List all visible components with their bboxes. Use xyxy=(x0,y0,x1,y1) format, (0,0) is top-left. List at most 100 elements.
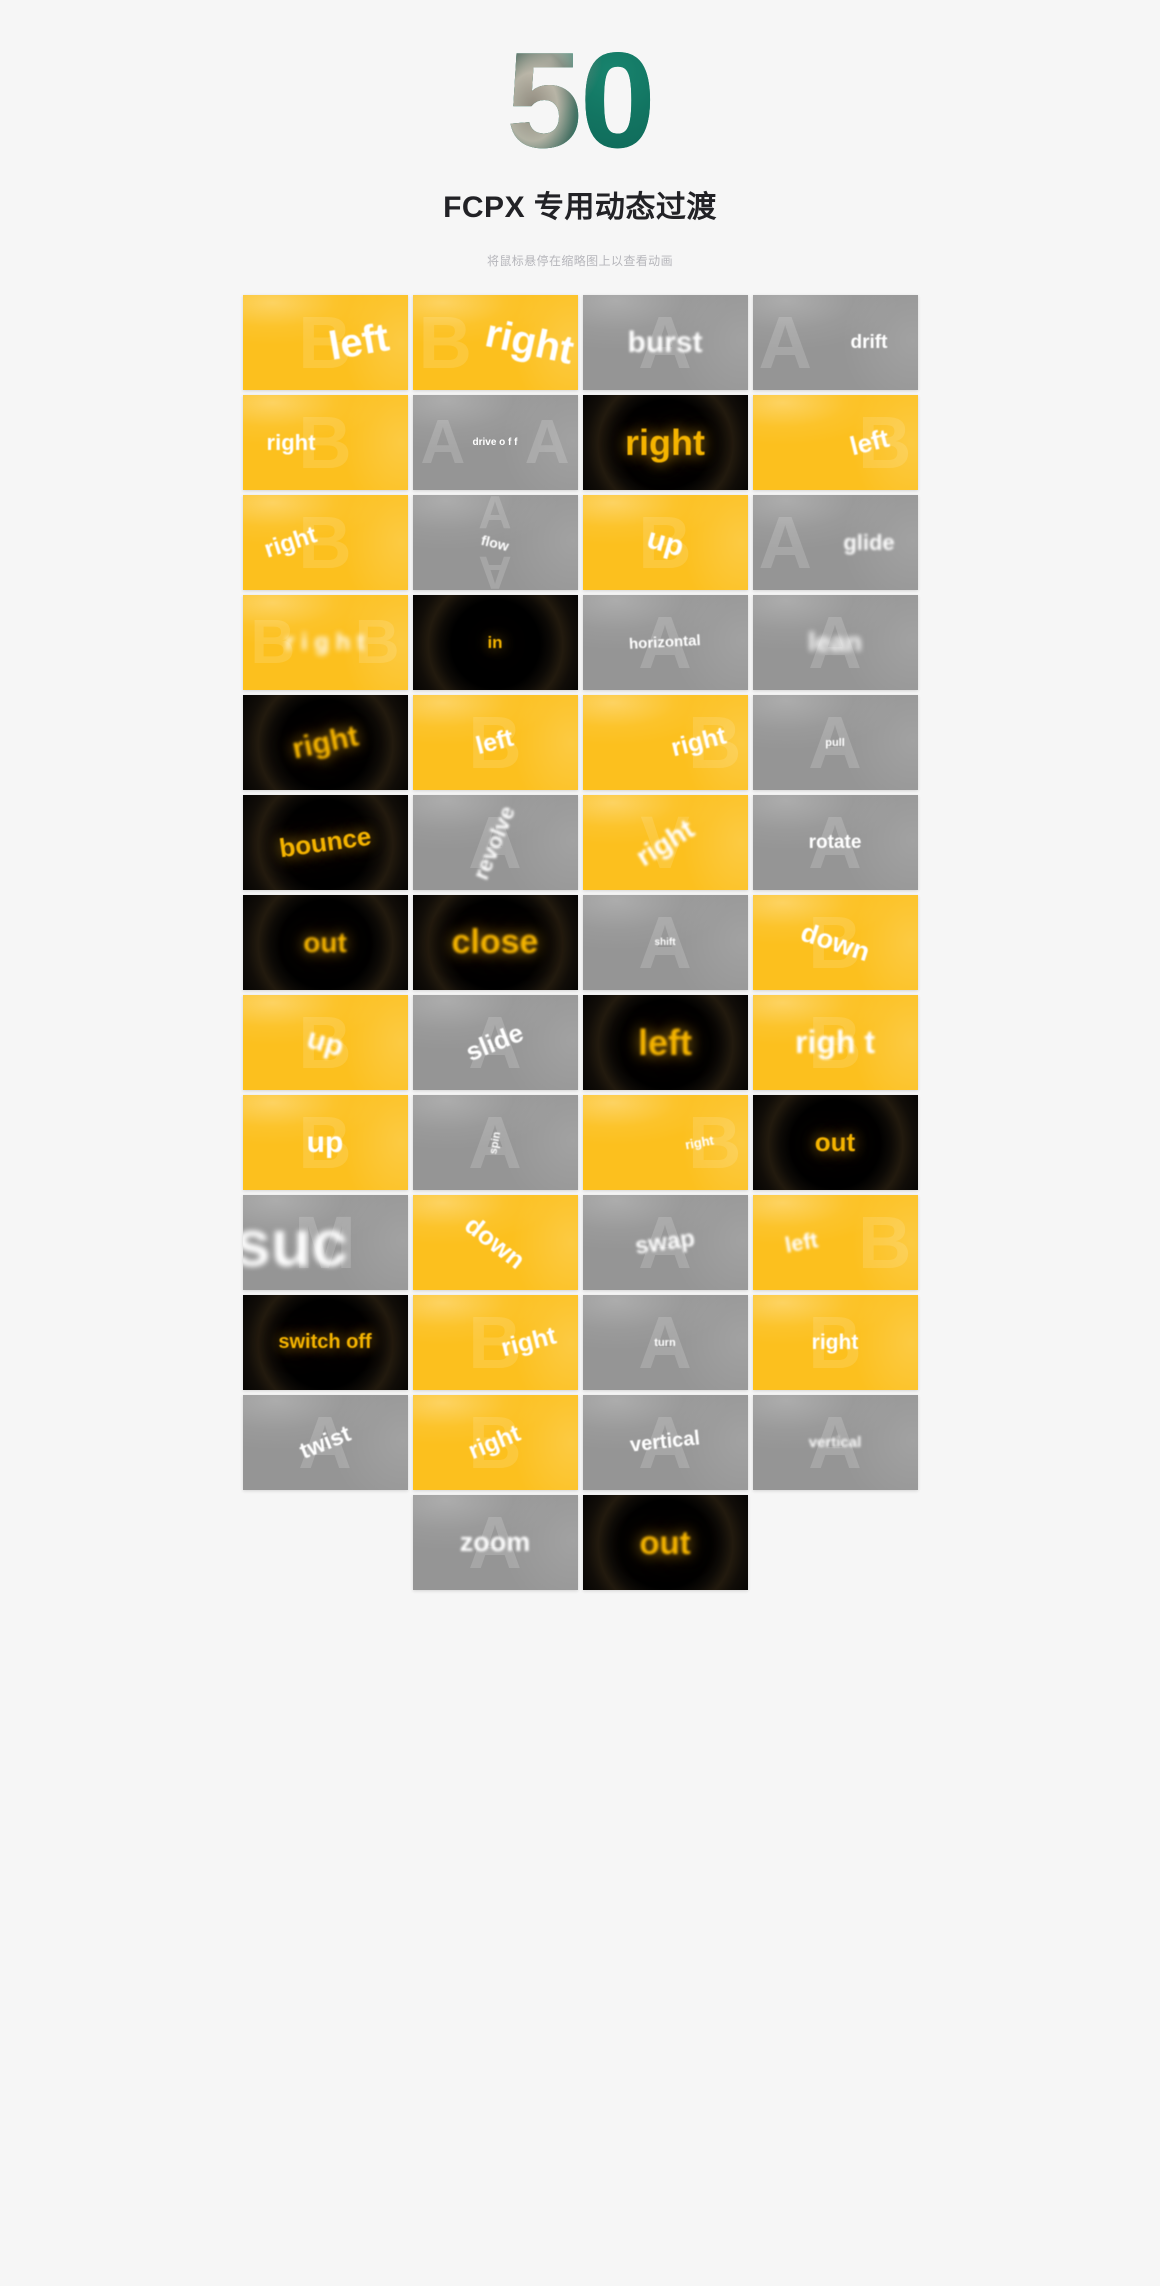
thumbnail-right[interactable]: Bright xyxy=(412,295,578,390)
thumbnail-up[interactable]: Bup xyxy=(242,1095,408,1190)
thumbnail-label: up xyxy=(302,1021,348,1063)
thumbnail-right[interactable]: right xyxy=(582,395,748,490)
thumbnail-right[interactable]: Bright xyxy=(412,1295,578,1390)
thumbnail-label: slide xyxy=(461,1017,528,1068)
thumbnail-label: in xyxy=(487,632,503,652)
thumbnail-label: r i g h t xyxy=(285,628,365,656)
thumbnail-down[interactable]: down xyxy=(412,1195,578,1290)
thumbnail-left[interactable]: Bleft xyxy=(242,295,408,390)
hover-hint: 将鼠标悬停在缩略图上以查看动画 xyxy=(486,254,673,268)
thumbnail-left[interactable]: Bleft xyxy=(412,695,578,790)
thumbnail-vertical[interactable]: Avertical xyxy=(582,1395,748,1490)
thumbnail-out[interactable]: out xyxy=(752,1095,918,1190)
thumbnail-right[interactable]: Bright xyxy=(242,495,408,590)
thumbnail-drive-o-f-f[interactable]: A Adrive o f f xyxy=(412,395,578,490)
thumbnail-suc[interactable]: Msuc xyxy=(242,1195,408,1290)
thumbnail-glide[interactable]: Aglide xyxy=(752,495,918,590)
thumbnail-left[interactable]: Bleft xyxy=(752,395,918,490)
thumbnail-right[interactable]: Bright xyxy=(412,1395,578,1490)
thumbnail-lean[interactable]: Alean xyxy=(752,595,918,690)
thumbnail-up[interactable]: Bup xyxy=(242,995,408,1090)
thumbnail-flow[interactable]: A Aflow xyxy=(412,495,578,590)
thumbnail-zoom[interactable]: Azoom xyxy=(412,1495,578,1590)
thumbnail-label: righ t xyxy=(795,1024,875,1060)
thumbnail-turn[interactable]: Aturn xyxy=(582,1295,748,1390)
thumbnail-label: left xyxy=(325,315,393,369)
thumbnail-label: close xyxy=(451,923,539,961)
ghost-letter-icon: A xyxy=(758,300,812,384)
thumbnail-spin[interactable]: Aspin xyxy=(412,1095,578,1190)
thumbnail-label: right xyxy=(465,1419,525,1465)
thumbnail-label: twist xyxy=(295,1420,354,1464)
thumbnail-label: up xyxy=(306,1125,344,1159)
thumbnail-burst[interactable]: Aburst xyxy=(582,295,748,390)
thumbnail-label: right xyxy=(498,1321,560,1363)
thumbnail-label: flow xyxy=(479,531,511,554)
thumbnail-label: right xyxy=(630,812,700,872)
thumbnail-shift[interactable]: Ashift xyxy=(582,895,748,990)
thumbnail-label: right xyxy=(668,721,730,763)
thumbnail-label: right xyxy=(481,311,578,373)
thumbnail-right[interactable]: right xyxy=(242,695,408,790)
ghost-letter-icon: A xyxy=(420,407,466,477)
thumbnail-right[interactable]: Bright xyxy=(582,1095,748,1190)
thumbnail-label: left xyxy=(638,1021,692,1063)
thumbnail-label: right xyxy=(288,718,361,766)
thumbnail-label: up xyxy=(642,521,688,563)
thumbnail-label: right xyxy=(266,429,316,455)
thumbnail-label: vertical xyxy=(628,1427,701,1457)
thumbnail-label: bounce xyxy=(277,820,373,864)
thumbnail-label: turn xyxy=(654,1336,676,1349)
thumbnail-label: horizontal xyxy=(628,632,702,653)
ghost-letter-icon: A xyxy=(524,407,570,477)
thumbnail-in[interactable]: in xyxy=(412,595,578,690)
thumbnail-label: down xyxy=(796,916,874,968)
thumbnail-label: vertical xyxy=(808,1434,862,1451)
thumbnail-close[interactable]: close xyxy=(412,895,578,990)
thumbnail-righ-t[interactable]: Brigh t xyxy=(752,995,918,1090)
thumbnail-right[interactable]: Bright xyxy=(752,1295,918,1390)
thumbnail-left[interactable]: left xyxy=(582,995,748,1090)
thumbnail-revolve[interactable]: Arevolve xyxy=(412,795,578,890)
thumbnail-label: swap xyxy=(633,1224,697,1260)
thumbnail-label: lean xyxy=(807,627,863,657)
thumbnail-label: spin xyxy=(487,1130,503,1155)
thumbnail-label: left xyxy=(782,1226,820,1258)
thumbnail-horizontal[interactable]: Ahorizontal xyxy=(582,595,748,690)
thumbnail-bounce[interactable]: bounce xyxy=(242,795,408,890)
thumbnail-right[interactable]: Bright xyxy=(582,695,748,790)
thumbnail-out[interactable]: out xyxy=(582,1495,748,1590)
thumbnail-up[interactable]: Bup xyxy=(582,495,748,590)
thumbnail-label: drift xyxy=(850,331,888,353)
thumbnail-rotate[interactable]: Arotate xyxy=(752,795,918,890)
thumbnail-label: right xyxy=(683,1132,715,1153)
thumbnail-label: out xyxy=(303,926,347,958)
thumbnail-r-i-g-h-t[interactable]: BBr i g h t xyxy=(242,595,408,690)
transition-thumbnail-grid: Bleft Bright Aburst Adrift Bright A Adrive o f… xyxy=(240,295,920,1590)
thumbnail-label: right xyxy=(811,1330,859,1354)
thumbnail-drift[interactable]: Adrift xyxy=(752,295,918,390)
ghost-letter-icon: A xyxy=(758,500,812,584)
thumbnail-label: left xyxy=(846,422,892,462)
thumbnail-label: pull xyxy=(825,736,845,749)
hero-number: 50 xyxy=(506,24,654,176)
thumbnail-twist[interactable]: Atwist xyxy=(242,1395,408,1490)
thumbnail-right[interactable]: Bright xyxy=(242,395,408,490)
thumbnail-pull[interactable]: Apull xyxy=(752,695,918,790)
thumbnail-down[interactable]: Bdown xyxy=(752,895,918,990)
thumbnail-switch-off[interactable]: switch off xyxy=(242,1295,408,1390)
thumbnail-label: right xyxy=(625,421,705,463)
thumbnail-label: down xyxy=(459,1209,532,1275)
thumbnail-label: suc xyxy=(242,1205,348,1280)
thumbnail-out[interactable]: out xyxy=(242,895,408,990)
thumbnail-right[interactable]: Vright xyxy=(582,795,748,890)
thumbnail-label: right xyxy=(261,520,321,564)
thumbnail-left[interactable]: Bleft xyxy=(752,1195,918,1290)
thumbnail-label: out xyxy=(639,1523,691,1561)
thumbnail-vertical[interactable]: Avertical xyxy=(752,1395,918,1490)
thumbnail-label: left xyxy=(473,723,517,761)
page-header: 50 FCPX 专用动态过渡 将鼠标悬停在缩略图上以查看动画 xyxy=(0,0,1160,269)
thumbnail-slide[interactable]: Aslide xyxy=(412,995,578,1090)
thumbnail-swap[interactable]: Aswap xyxy=(582,1195,748,1290)
thumbnail-label: rotate xyxy=(808,831,862,853)
